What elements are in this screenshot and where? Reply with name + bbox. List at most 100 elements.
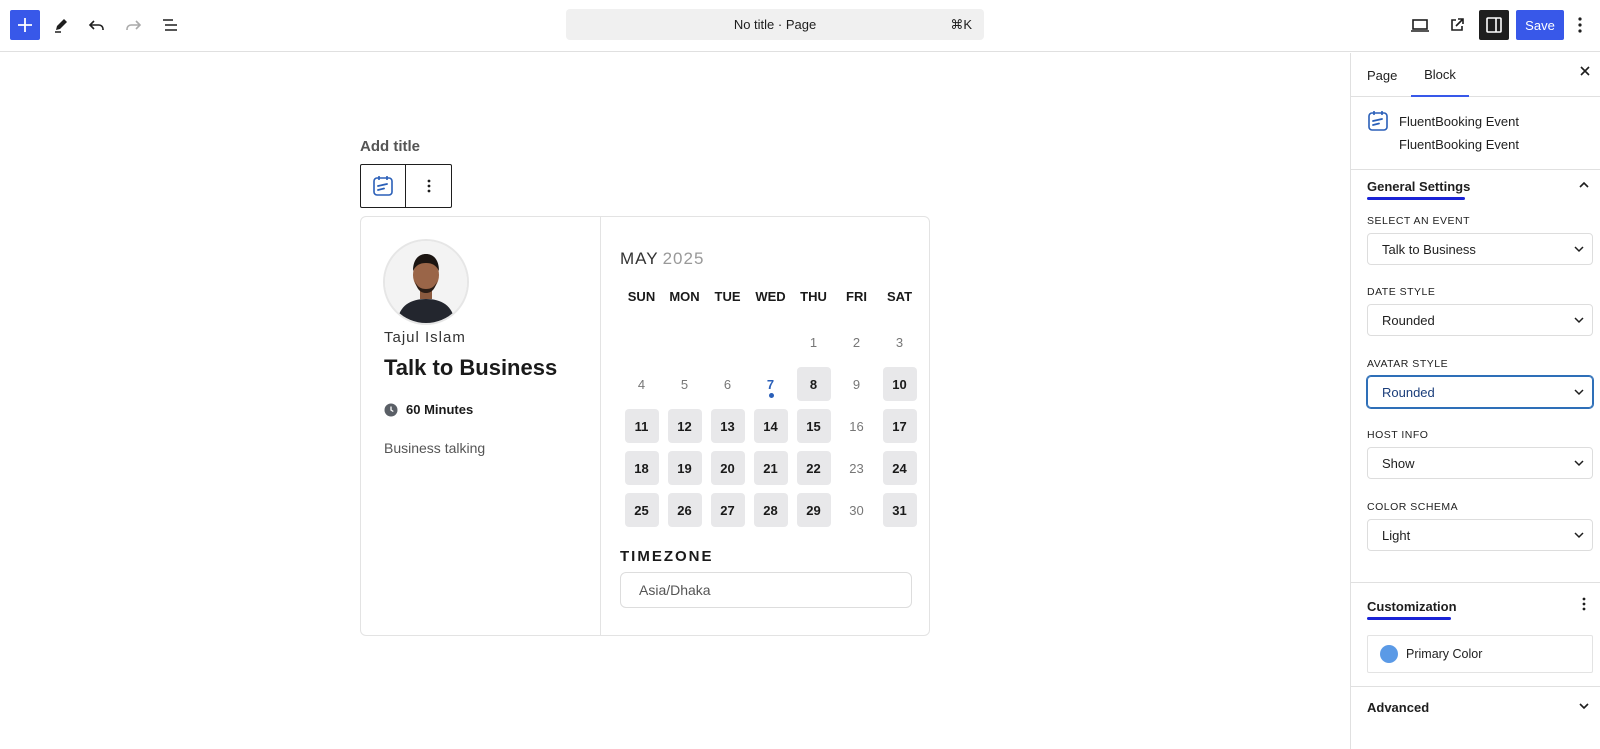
tools-button[interactable] [46, 10, 76, 40]
advanced-title: Advanced [1367, 700, 1430, 715]
calendar-day[interactable]: 21 [753, 451, 788, 485]
host-info-label: HOST INFO [1367, 429, 1429, 441]
tab-block[interactable]: Block [1411, 53, 1469, 97]
calendar-empty-cell [754, 325, 788, 359]
customization-options-button[interactable] [1582, 597, 1586, 614]
calendar-day[interactable]: 26 [667, 493, 702, 527]
annotation-underline [1367, 617, 1451, 620]
calendar-day[interactable]: 19 [667, 451, 702, 485]
external-link-icon [1451, 18, 1464, 31]
calendar-day[interactable]: 14 [753, 409, 788, 443]
calendar-day[interactable]: 20 [710, 451, 745, 485]
command-palette-bar[interactable]: No title · Page ⌘K [566, 9, 984, 40]
calendar-day[interactable]: 10 [882, 367, 917, 401]
calendar-day[interactable]: 22 [796, 451, 831, 485]
document-title: No title · Page [733, 17, 817, 32]
calendar-day[interactable]: 8 [796, 367, 831, 401]
block-options-button[interactable] [406, 165, 451, 207]
settings-toggle-button[interactable] [1479, 10, 1509, 40]
calendar-day: 23 [849, 460, 864, 476]
chevron-down-icon [1574, 246, 1584, 253]
primary-color-picker[interactable]: Primary Color [1367, 635, 1593, 673]
preview-button[interactable] [1405, 10, 1435, 40]
weekday-label: FRI [846, 289, 867, 304]
panel-divider [1351, 686, 1600, 687]
calendar-day[interactable]: 13 [710, 409, 745, 443]
close-sidebar-button[interactable] [1579, 64, 1591, 82]
clock-icon [384, 403, 398, 416]
calendar-day: 9 [852, 376, 861, 392]
calendar-day[interactable]: 28 [753, 493, 788, 527]
advanced-toggle[interactable]: Advanced [1367, 700, 1429, 715]
editor-top-toolbar: No title · Page ⌘K Save [0, 0, 1600, 52]
close-icon [1580, 66, 1590, 76]
more-vertical-icon [1582, 597, 1586, 611]
calendar-month: MAY [620, 249, 659, 268]
calendar-empty-cell [711, 325, 745, 359]
timezone-label: TIMEZONE [620, 548, 714, 565]
host-name: Tajul Islam [384, 329, 466, 346]
calendar-day[interactable]: 12 [667, 409, 702, 443]
undo-button[interactable] [82, 10, 112, 40]
calendar-day[interactable]: 11 [624, 409, 659, 443]
add-block-button[interactable] [10, 10, 40, 40]
date-style-dropdown[interactable]: Rounded [1367, 304, 1593, 336]
more-vertical-icon [427, 179, 430, 193]
calendar-day: 5 [680, 376, 689, 392]
customization-toggle[interactable]: Customization [1367, 599, 1457, 620]
calendar-day[interactable]: 31 [882, 493, 917, 527]
calendar-day[interactable]: 27 [710, 493, 745, 527]
event-description: Business talking [384, 440, 486, 456]
chevron-down-icon [1574, 460, 1584, 467]
block-card-title: FluentBooking Event [1399, 114, 1519, 129]
booking-event-block[interactable]: Tajul Islam Talk to Business 60 Minutes … [360, 216, 930, 636]
host-avatar [383, 239, 469, 325]
settings-sidebar: Page Block FluentBooking Event FluentBoo… [1350, 53, 1600, 749]
sidebar-icon [1486, 17, 1502, 33]
calendar-day[interactable]: 29 [796, 493, 831, 527]
chevron-down-icon[interactable] [1578, 699, 1590, 715]
host-info-dropdown[interactable]: Show [1367, 447, 1593, 479]
weekday-label: TUE [714, 289, 741, 304]
avatar-style-dropdown[interactable]: Rounded [1367, 376, 1593, 408]
date-style-label: DATE STYLE [1367, 286, 1436, 298]
color-schema-value: Light [1382, 527, 1411, 543]
avatar-style-value: Rounded [1382, 384, 1435, 400]
redo-button[interactable] [118, 10, 148, 40]
block-toolbar [360, 164, 452, 208]
calendar-day[interactable]: 24 [882, 451, 917, 485]
tab-page[interactable]: Page [1367, 53, 1397, 97]
options-button[interactable] [1570, 10, 1590, 40]
color-schema-dropdown[interactable]: Light [1367, 519, 1593, 551]
select-event-dropdown[interactable]: Talk to Business [1367, 233, 1593, 265]
calendar-day: 1 [809, 334, 818, 350]
calendar-year: 2025 [662, 249, 705, 268]
calendar-day[interactable]: 25 [624, 493, 659, 527]
host-photo [385, 241, 467, 323]
calendar-day[interactable]: 17 [882, 409, 917, 443]
document-overview-button[interactable] [155, 10, 185, 40]
chevron-down-icon [1574, 532, 1584, 539]
redo-icon [126, 20, 142, 30]
duration-text: 60 Minutes [406, 402, 474, 417]
host-info-value: Show [1382, 455, 1415, 471]
select-event-label: SELECT AN EVENT [1367, 215, 1471, 227]
date-style-value: Rounded [1382, 312, 1435, 328]
weekday-label: MON [669, 289, 700, 304]
calendar-day[interactable]: 18 [624, 451, 659, 485]
general-settings-toggle[interactable]: General Settings [1367, 179, 1470, 200]
weekday-label: WED [755, 289, 786, 304]
calendar-day[interactable]: 7 [754, 367, 788, 401]
timezone-select[interactable]: Asia/Dhaka [620, 572, 912, 608]
view-page-button[interactable] [1442, 10, 1472, 40]
chevron-up-icon[interactable] [1578, 178, 1590, 194]
event-duration: 60 Minutes [384, 402, 473, 417]
editor-canvas: Add title Tajul Islam Talk to Business 6… [0, 53, 1350, 749]
post-title-placeholder[interactable]: Add title [360, 138, 420, 155]
calendar-days-grid: 1 2 3 4 5 6 7 8 9 10 11 12 13 14 15 16 17 18 19 20 21 22 23 24 2… [620, 321, 917, 531]
block-card: FluentBooking Event FluentBooking Event [1351, 98, 1600, 170]
save-button[interactable]: Save [1516, 10, 1564, 40]
block-card-description: FluentBooking Event [1399, 137, 1519, 152]
calendar-day[interactable]: 15 [796, 409, 831, 443]
block-type-button[interactable] [361, 165, 406, 207]
